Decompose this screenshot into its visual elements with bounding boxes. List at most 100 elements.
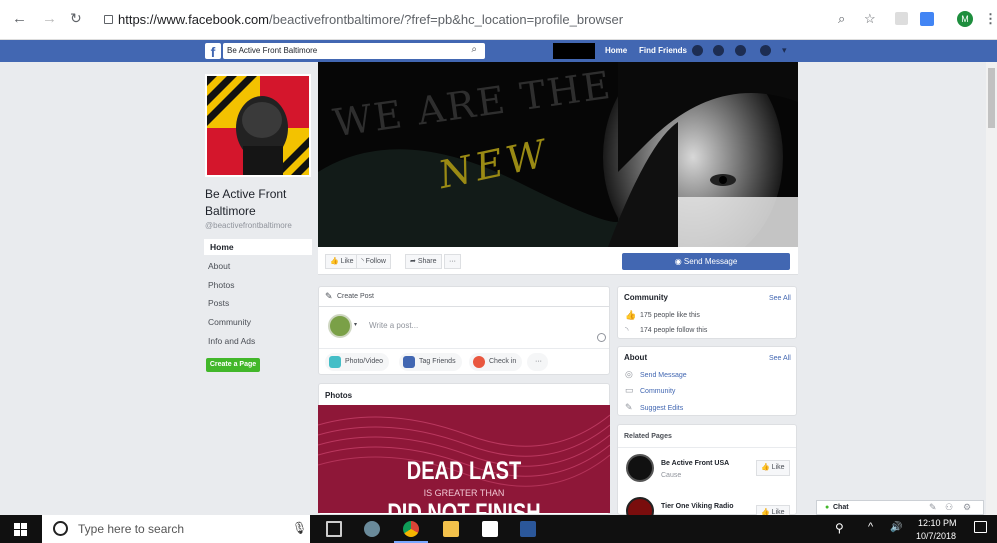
- account-menu-icon[interactable]: ▾: [782, 45, 787, 56]
- chat-label: Chat: [833, 504, 849, 511]
- create-post-card: ✎ Create Post ▾ Write a post... Photo/Vi…: [318, 286, 610, 375]
- about-see-all-link[interactable]: See All: [769, 355, 791, 362]
- zoom-icon[interactable]: ⌕: [838, 11, 845, 27]
- tag-friends-button[interactable]: Tag Friends: [399, 353, 462, 371]
- word-icon[interactable]: [520, 521, 536, 537]
- related-page-name[interactable]: Be Active Front USA: [661, 460, 729, 467]
- people-icon[interactable]: ⚲: [835, 521, 844, 535]
- chat-settings-icon[interactable]: ⚙: [963, 502, 971, 513]
- pencil-icon: ✎: [325, 291, 333, 301]
- clock-date[interactable]: 10/7/2018: [916, 531, 956, 541]
- online-dot-icon: ●: [825, 504, 830, 511]
- profile-avatar[interactable]: M: [957, 11, 973, 27]
- tray-chevron-icon[interactable]: ^: [868, 521, 873, 533]
- nav-find-friends[interactable]: Find Friends: [639, 46, 687, 55]
- more-post-options-button[interactable]: ···: [527, 353, 548, 371]
- clock-time[interactable]: 12:10 PM: [918, 518, 957, 528]
- related-pages-title: Related Pages: [624, 433, 672, 440]
- more-actions-button[interactable]: ···: [444, 254, 461, 269]
- community-card: Community See All 👍 175 people like this…: [617, 286, 797, 339]
- community-title: Community: [624, 293, 668, 302]
- share-arrow-icon: ➦: [410, 258, 416, 265]
- audience-dropdown-icon[interactable]: ▾: [354, 321, 357, 328]
- community-see-all-link[interactable]: See All: [769, 295, 791, 302]
- left-nav-about[interactable]: About: [204, 258, 312, 274]
- back-icon[interactable]: ←: [12, 10, 27, 27]
- photos-title: Photos: [325, 391, 353, 400]
- browser-toolbar: ← → ↻ https://www.facebook.com/beactivef…: [0, 0, 997, 40]
- reload-icon[interactable]: ↻: [70, 10, 82, 27]
- post-input[interactable]: Write a post...: [369, 321, 418, 330]
- page-scrollbar[interactable]: [986, 62, 997, 515]
- left-nav-info-ads[interactable]: Info and Ads: [204, 333, 312, 349]
- search-input[interactable]: Be Active Front Baltimore ⌕: [223, 43, 485, 59]
- mail-icon[interactable]: [482, 521, 498, 537]
- facebook-logo[interactable]: f: [205, 43, 221, 60]
- translate-icon[interactable]: [920, 12, 934, 26]
- taskbar-search-input[interactable]: Type here to search 🎙: [42, 515, 310, 543]
- microphone-icon[interactable]: 🎙: [292, 521, 307, 535]
- messenger-icon: ◎: [625, 369, 633, 379]
- about-title: About: [624, 353, 648, 362]
- scrollbar-thumb[interactable]: [988, 68, 995, 128]
- about-send-message-link[interactable]: Send Message: [640, 372, 687, 379]
- nav-home[interactable]: Home: [605, 46, 627, 55]
- app-icon[interactable]: [364, 521, 380, 537]
- taskbar-search-placeholder: Type here to search: [78, 522, 185, 536]
- left-nav-photos[interactable]: Photos: [204, 277, 312, 293]
- volume-icon[interactable]: 🔊: [890, 522, 902, 533]
- related-page-avatar[interactable]: [626, 454, 654, 482]
- rss-icon: ◝: [361, 258, 364, 265]
- likes-count: 175 people like this: [640, 312, 700, 319]
- left-nav-community[interactable]: Community: [204, 314, 312, 330]
- notifications-icon[interactable]: [735, 45, 746, 56]
- lock-icon: [104, 15, 113, 24]
- bookmark-star-icon[interactable]: ☆: [864, 11, 876, 27]
- photo-text-line1: DEAD LAST: [406, 457, 522, 485]
- photo-text-line3: DID NOT FINISH: [387, 499, 541, 513]
- share-button[interactable]: ➦ Share: [405, 254, 442, 269]
- address-bar[interactable]: https://www.facebook.com/beactivefrontba…: [100, 6, 820, 34]
- messenger-icon[interactable]: [713, 45, 724, 56]
- photo-icon: [329, 356, 341, 368]
- add-friends-icon[interactable]: ⚇: [945, 502, 953, 513]
- friend-requests-icon[interactable]: [692, 45, 703, 56]
- emoji-icon[interactable]: [597, 333, 606, 342]
- about-community-link[interactable]: Community: [640, 388, 675, 395]
- messenger-icon: ◉: [674, 257, 682, 266]
- thumbs-up-icon: 👍: [625, 310, 637, 320]
- related-page-name[interactable]: Tier One Viking Radio: [661, 503, 733, 510]
- chrome-active-indicator: [394, 515, 428, 543]
- photo-text-line2: IS GREATER THAN: [423, 488, 505, 498]
- page-handle: @beactivefrontbaltimore: [205, 221, 292, 230]
- check-in-button[interactable]: Check in: [469, 353, 523, 371]
- chat-bar[interactable]: ● Chat ✎ ⚇ ⚙: [816, 500, 984, 515]
- help-icon[interactable]: [760, 45, 771, 56]
- menu-icon[interactable]: ⋮: [984, 11, 997, 27]
- photo-thumbnail[interactable]: DEAD LAST IS GREATER THAN DID NOT FINISH: [318, 405, 610, 513]
- profile-picture[interactable]: [205, 74, 311, 177]
- follows-count: 174 people follow this: [640, 327, 708, 334]
- left-nav-posts[interactable]: Posts: [204, 295, 312, 311]
- page-title: Be Active Front Baltimore: [205, 187, 287, 218]
- left-nav-home[interactable]: Home: [204, 239, 312, 255]
- new-message-icon[interactable]: ✎: [929, 502, 937, 513]
- thumbs-up-icon: 👍: [330, 258, 339, 265]
- cover-photo[interactable]: WE ARE THE NEW: [318, 62, 798, 247]
- action-center-icon[interactable]: [974, 521, 987, 533]
- like-button[interactable]: 👍 Like: [325, 254, 359, 269]
- search-icon[interactable]: ⌕: [471, 44, 477, 55]
- forward-icon[interactable]: →: [42, 10, 57, 27]
- windows-start-icon[interactable]: [14, 523, 27, 536]
- extension-icon[interactable]: [895, 12, 908, 25]
- file-explorer-icon[interactable]: [443, 521, 459, 537]
- follow-button[interactable]: ◝ Follow: [356, 254, 391, 269]
- photo-video-button[interactable]: Photo/Video: [325, 353, 390, 371]
- related-pages-card: Related Pages Be Active Front USA Cause …: [617, 424, 797, 525]
- create-page-button[interactable]: Create a Page: [206, 358, 260, 372]
- related-page-like-button[interactable]: 👍 Like: [756, 460, 790, 476]
- send-message-button[interactable]: ◉ Send Message: [622, 253, 790, 270]
- task-view-icon[interactable]: [326, 521, 342, 537]
- windows-taskbar: Type here to search 🎙 ⚲ ^ 🔊 12:10 PM 10/…: [0, 515, 997, 543]
- suggest-edits-link[interactable]: Suggest Edits: [640, 405, 683, 412]
